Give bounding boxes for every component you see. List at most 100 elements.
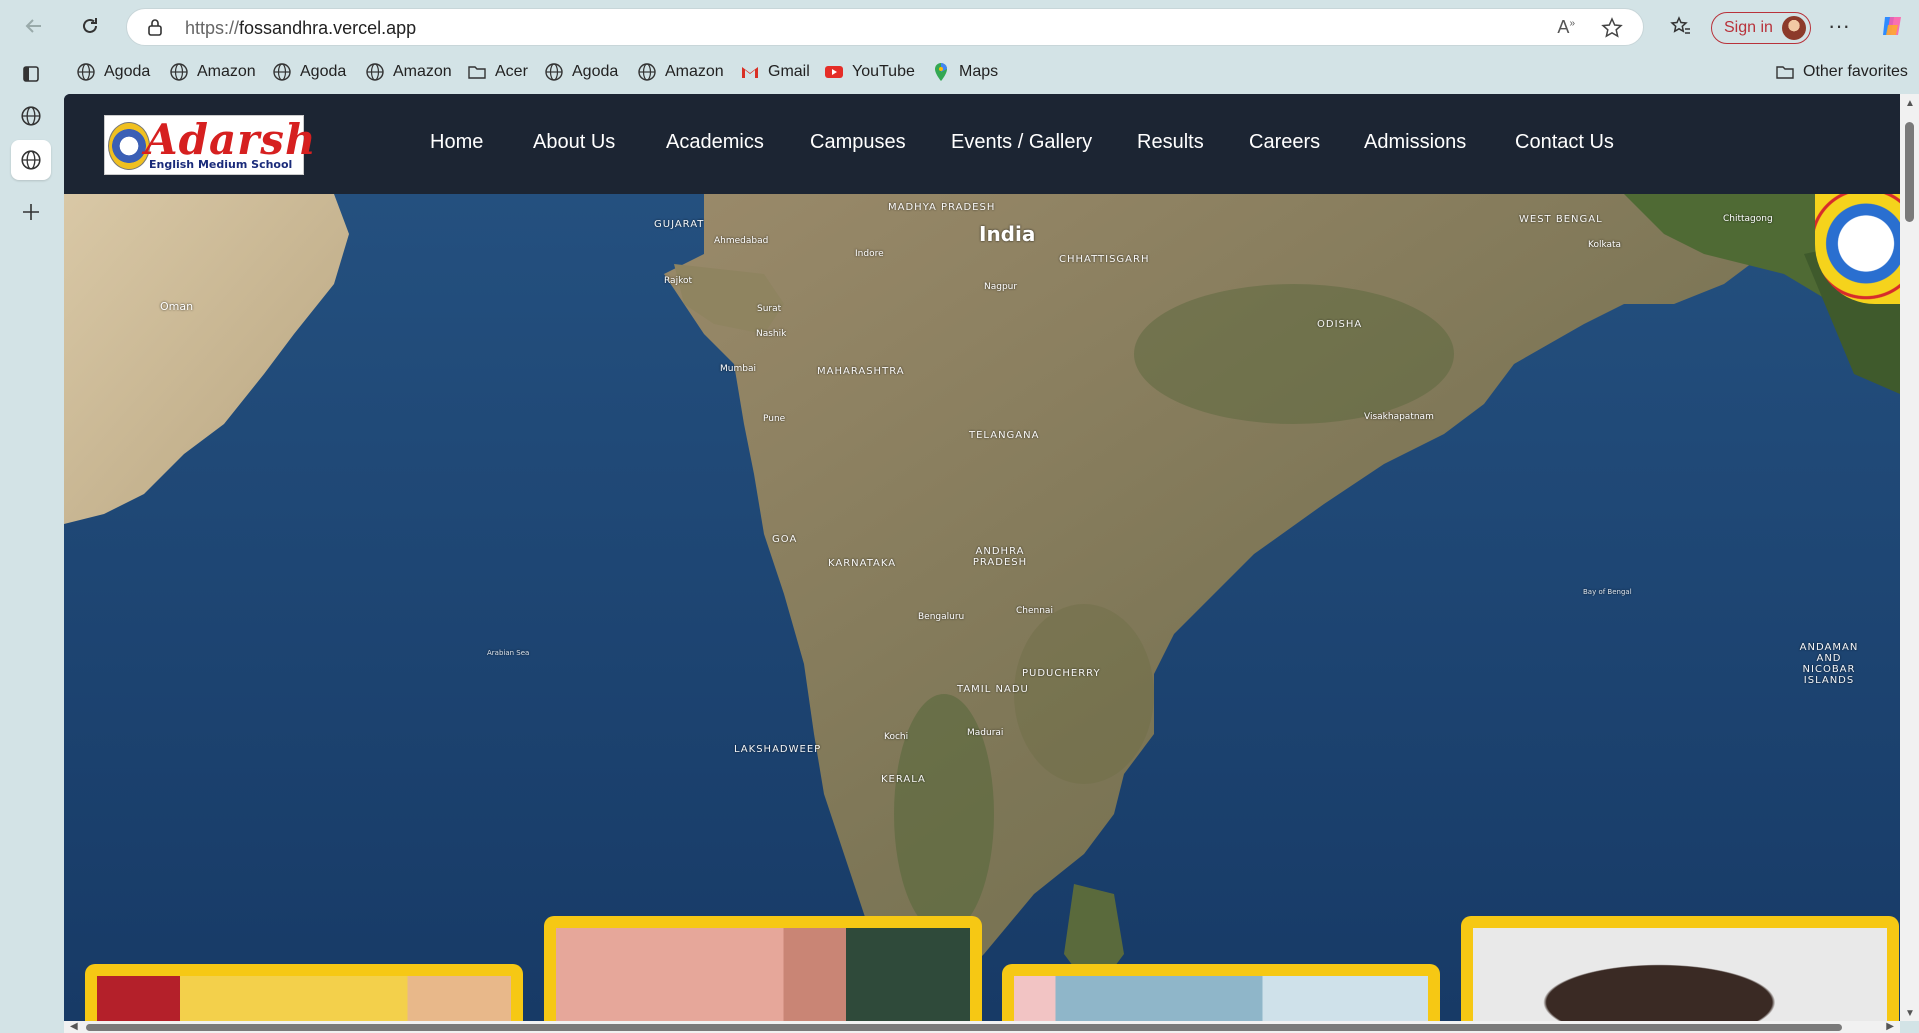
refresh-icon[interactable] [74, 10, 106, 42]
map-label-chhattisgarh: CHHATTISGARH [1059, 254, 1150, 265]
map-label-rajkot: Rajkot [664, 276, 692, 286]
bookmark-label: Agoda [572, 63, 619, 80]
other-favorites[interactable]: Other favorites [1775, 58, 1908, 86]
favorite-star-icon[interactable] [1601, 17, 1623, 44]
map-label-kerala: KERALA [881, 774, 926, 785]
sign-in-button[interactable]: Sign in [1711, 12, 1811, 44]
nav-academics[interactable]: Academics [666, 131, 764, 154]
copilot-icon[interactable] [1876, 10, 1908, 42]
gallery-photo [1014, 976, 1428, 1021]
map-label-maharashtra: MAHARASHTRA [817, 366, 905, 377]
nav-events-gallery[interactable]: Events / Gallery [951, 131, 1092, 154]
bookmark-maps[interactable]: Maps [931, 58, 998, 86]
school-logo[interactable]: Adarsh English Medium School [104, 115, 315, 175]
bookmark-amazon[interactable]: Amazon [169, 58, 256, 86]
lock-icon[interactable] [147, 18, 163, 41]
globe-tab-icon[interactable] [11, 96, 51, 136]
bookmark-agoda[interactable]: Agoda [272, 58, 346, 86]
browser-sidebar [0, 52, 62, 1033]
bookmark-agoda[interactable]: Agoda [544, 58, 618, 86]
bookmark-label: Amazon [393, 63, 452, 80]
more-menu-icon[interactable]: ··· [1823, 10, 1855, 42]
nav-admissions[interactable]: Admissions [1364, 131, 1466, 154]
gallery-card[interactable] [1461, 916, 1899, 1021]
address-bar[interactable]: https://fossandhra.vercel.app A» [126, 8, 1644, 46]
nav-careers[interactable]: Careers [1249, 131, 1320, 154]
bookmark-label: Agoda [104, 63, 151, 80]
map-label-chittagong: Chittagong [1723, 214, 1773, 224]
map-label-nashik: Nashik [756, 329, 787, 339]
map-label-andhra-pradesh: ANDHRA PRADESH [972, 546, 1028, 568]
bookmark-youtube[interactable]: YouTube [824, 58, 915, 86]
other-favorites-label: Other favorites [1803, 63, 1908, 80]
map-label-surat: Surat [757, 304, 782, 314]
map-label-chennai: Chennai [1016, 606, 1053, 616]
bookmark-agoda[interactable]: Agoda [76, 58, 150, 86]
nav-about-us[interactable]: About Us [533, 131, 615, 154]
vertical-scroll-thumb[interactable] [1905, 122, 1914, 222]
tab-actions-icon[interactable] [11, 54, 51, 94]
bookmark-amazon[interactable]: Amazon [637, 58, 724, 86]
map-label-odisha: ODISHA [1317, 319, 1363, 330]
map-label-mumbai: Mumbai [720, 364, 756, 374]
read-aloud-icon[interactable]: A» [1557, 17, 1575, 38]
folder-icon [468, 66, 486, 79]
folder-icon [1776, 66, 1794, 79]
bookmark-label: Acer [495, 63, 528, 80]
scroll-down-icon[interactable]: ▼ [1905, 1008, 1915, 1019]
map-label-bay-of-bengal: Bay of Bengal [1583, 588, 1632, 596]
map-label-nagpur: Nagpur [984, 282, 1018, 292]
nav-campuses[interactable]: Campuses [810, 131, 906, 154]
scroll-right-icon[interactable]: ▶ [1886, 1021, 1894, 1032]
scroll-up-icon[interactable]: ▲ [1905, 98, 1915, 109]
new-tab-icon[interactable] [11, 192, 51, 232]
back-icon[interactable] [18, 10, 50, 42]
bookmark-label: Amazon [665, 63, 724, 80]
map-label-oman: Oman [160, 300, 194, 313]
bookmark-gmail[interactable]: Gmail [740, 58, 810, 86]
url-text[interactable]: https://fossandhra.vercel.app [185, 18, 416, 39]
globe-icon [273, 63, 291, 81]
site-navbar: Adarsh English Medium School Home About … [64, 94, 1900, 194]
active-tab-icon[interactable] [11, 140, 51, 180]
map-label-gujarat: GUJARAT [654, 219, 705, 230]
nav-contact-us[interactable]: Contact Us [1515, 131, 1614, 154]
youtube-icon [825, 66, 843, 78]
bookmark-label: YouTube [852, 63, 915, 80]
map-label-visakhapatnam: Visakhapatnam [1364, 412, 1434, 422]
horizontal-scrollbar[interactable]: ◀ ▶ [64, 1021, 1900, 1033]
nav-results[interactable]: Results [1137, 131, 1204, 154]
gallery-photo [556, 928, 970, 1021]
map-label-goa: GOA [772, 534, 798, 545]
map-label-arabian-sea: Arabian Sea [487, 649, 530, 657]
globe-icon [638, 63, 656, 81]
gallery-card[interactable] [544, 916, 982, 1021]
map-label-west-bengal: WEST BENGAL [1519, 214, 1603, 225]
map-label-kolkata: Kolkata [1588, 240, 1622, 250]
gmail-icon [742, 67, 758, 78]
bookmark-label: Amazon [197, 63, 256, 80]
globe-icon [366, 63, 384, 81]
map-label-country: India [979, 222, 1036, 246]
map-label-indore: Indore [855, 249, 884, 259]
map-label-andaman: ANDAMAN AND NICOBAR ISLANDS [1799, 642, 1859, 686]
url-scheme: https:// [185, 18, 240, 38]
scroll-left-icon[interactable]: ◀ [70, 1021, 78, 1032]
map-label-pune: Pune [763, 414, 786, 424]
bookmark-amazon[interactable]: Amazon [365, 58, 452, 86]
browser-toolbar: https://fossandhra.vercel.app A» Sign in… [0, 0, 1919, 52]
nav-home[interactable]: Home [430, 131, 483, 154]
map-label-madurai: Madurai [967, 728, 1004, 738]
vertical-scrollbar[interactable]: ▲ ▼ [1900, 94, 1919, 1021]
gallery-card[interactable] [1002, 964, 1440, 1021]
map-label-madhya-pradesh: MADHYA PRADESH [888, 202, 996, 213]
favorites-icon[interactable] [1665, 10, 1697, 42]
sign-in-label: Sign in [1724, 19, 1773, 36]
bookmark-label: Gmail [768, 63, 810, 80]
map-label-karnataka: KARNATAKA [828, 558, 897, 569]
web-page: Adarsh English Medium School Home About … [64, 94, 1900, 1021]
avatar [1782, 16, 1806, 40]
horizontal-scroll-thumb[interactable] [86, 1024, 1842, 1031]
gallery-card[interactable] [85, 964, 523, 1021]
bookmark-acer[interactable]: Acer [467, 58, 528, 86]
